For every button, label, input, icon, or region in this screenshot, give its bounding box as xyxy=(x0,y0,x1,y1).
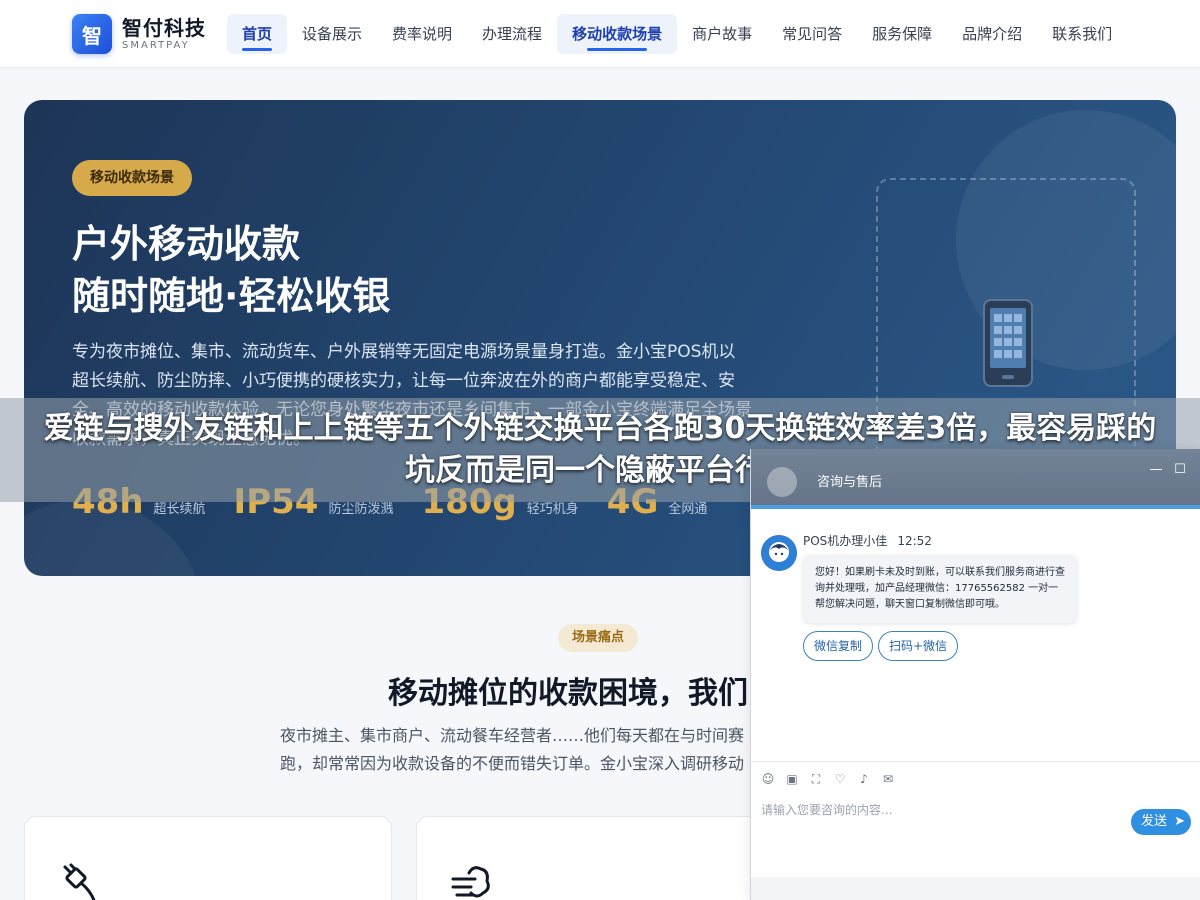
feature-card xyxy=(416,816,776,900)
main-nav: 首页 设备展示 费率说明 办理流程 移动收款场景 商户故事 常见问答 服务保障 … xyxy=(227,14,1127,54)
screenshot-icon[interactable]: ⛶ xyxy=(809,772,823,786)
nav-item-home[interactable]: 首页 xyxy=(227,14,288,54)
chat-message-input[interactable]: 请输入您要咨询的内容... xyxy=(761,801,892,818)
message-bubble: 您好！如果刷卡未及时到账，可以联系我们服务商进行查询并处理哦，加产品经理微信：1… xyxy=(803,555,1077,623)
hero-title-line1: 户外移动收款 xyxy=(72,222,301,266)
chat-header-title: 咨询与售后 xyxy=(817,475,883,490)
maximize-icon[interactable]: ☐ xyxy=(1173,463,1187,477)
agent-avatar xyxy=(761,535,797,571)
nav-item-service[interactable]: 服务保障 xyxy=(857,14,947,54)
chat-header-avatar xyxy=(767,467,797,497)
hero-title: 户外移动收款 随时随地·轻松收银 xyxy=(72,218,390,322)
site-header: 智 智付科技 SMARTPAY 首页 设备展示 费率说明 办理流程 移动收款场景… xyxy=(0,0,1200,68)
nav-item-stories[interactable]: 商户故事 xyxy=(677,14,767,54)
chat-toolbar: ☺ ▣ ⛶ ♡ ♪ ✉ xyxy=(751,761,1200,795)
send-label: 发送 xyxy=(1141,814,1168,829)
section-description: 夜市摊主、集市商户、流动餐车经营者……他们每天都在与时间赛跑，却常常因为收款设备… xyxy=(280,726,745,773)
section-title: 移动摊位的收款困境，我们 xyxy=(388,676,748,711)
message-meta: POS机办理小佳 12:52 xyxy=(803,532,932,549)
message-time: 12:52 xyxy=(897,534,932,548)
nav-item-devices[interactable]: 设备展示 xyxy=(287,14,377,54)
image-icon[interactable]: ▣ xyxy=(785,772,799,786)
wind-icon xyxy=(451,866,490,898)
agent-name: POS机办理小佳 xyxy=(803,534,888,548)
sound-icon[interactable]: ♪ xyxy=(857,772,871,786)
logo[interactable]: 智 智付科技 SMARTPAY xyxy=(72,14,206,54)
hero-title-line2: 随时随地·轻松收银 xyxy=(72,274,391,318)
plug-icon xyxy=(63,863,96,900)
chat-footer xyxy=(751,877,1200,900)
feature-card xyxy=(24,816,392,900)
send-button[interactable]: 发送 ➤ xyxy=(1131,809,1191,835)
copy-wechat-button[interactable]: 微信复制 xyxy=(803,631,874,661)
scan-wechat-button[interactable]: 扫码+微信 xyxy=(878,631,959,661)
logo-name: 智付科技 xyxy=(122,15,206,40)
pos-terminal-icon xyxy=(983,299,1033,387)
nav-item-brand[interactable]: 品牌介绍 xyxy=(947,14,1037,54)
chat-widget: 咨询与售后 — ☐ POS机办理小佳 12:52 您好！如果刷卡未及时到账，可以联… xyxy=(750,449,1200,900)
logo-subtitle: SMARTPAY xyxy=(122,39,190,51)
nav-item-mobile-scenes[interactable]: 移动收款场景 xyxy=(557,14,678,54)
logo-mark: 智 xyxy=(72,14,112,54)
rating-icon[interactable]: ♡ xyxy=(833,772,847,786)
nav-item-contact[interactable]: 联系我们 xyxy=(1037,14,1127,54)
wechat-icon[interactable]: ✉ xyxy=(881,772,895,786)
nav-item-rates[interactable]: 费率说明 xyxy=(377,14,467,54)
minimize-icon[interactable]: — xyxy=(1149,463,1163,477)
send-arrow-icon: ➤ xyxy=(1174,814,1185,829)
nav-item-faq[interactable]: 常见问答 xyxy=(767,14,857,54)
section-tag: 场景痛点 xyxy=(558,624,639,652)
emoji-icon[interactable]: ☺ xyxy=(761,772,775,786)
chat-header: 咨询与售后 — ☐ xyxy=(751,449,1200,509)
nav-item-process[interactable]: 办理流程 xyxy=(467,14,557,54)
hero-tag: 移动收款场景 xyxy=(72,160,192,196)
